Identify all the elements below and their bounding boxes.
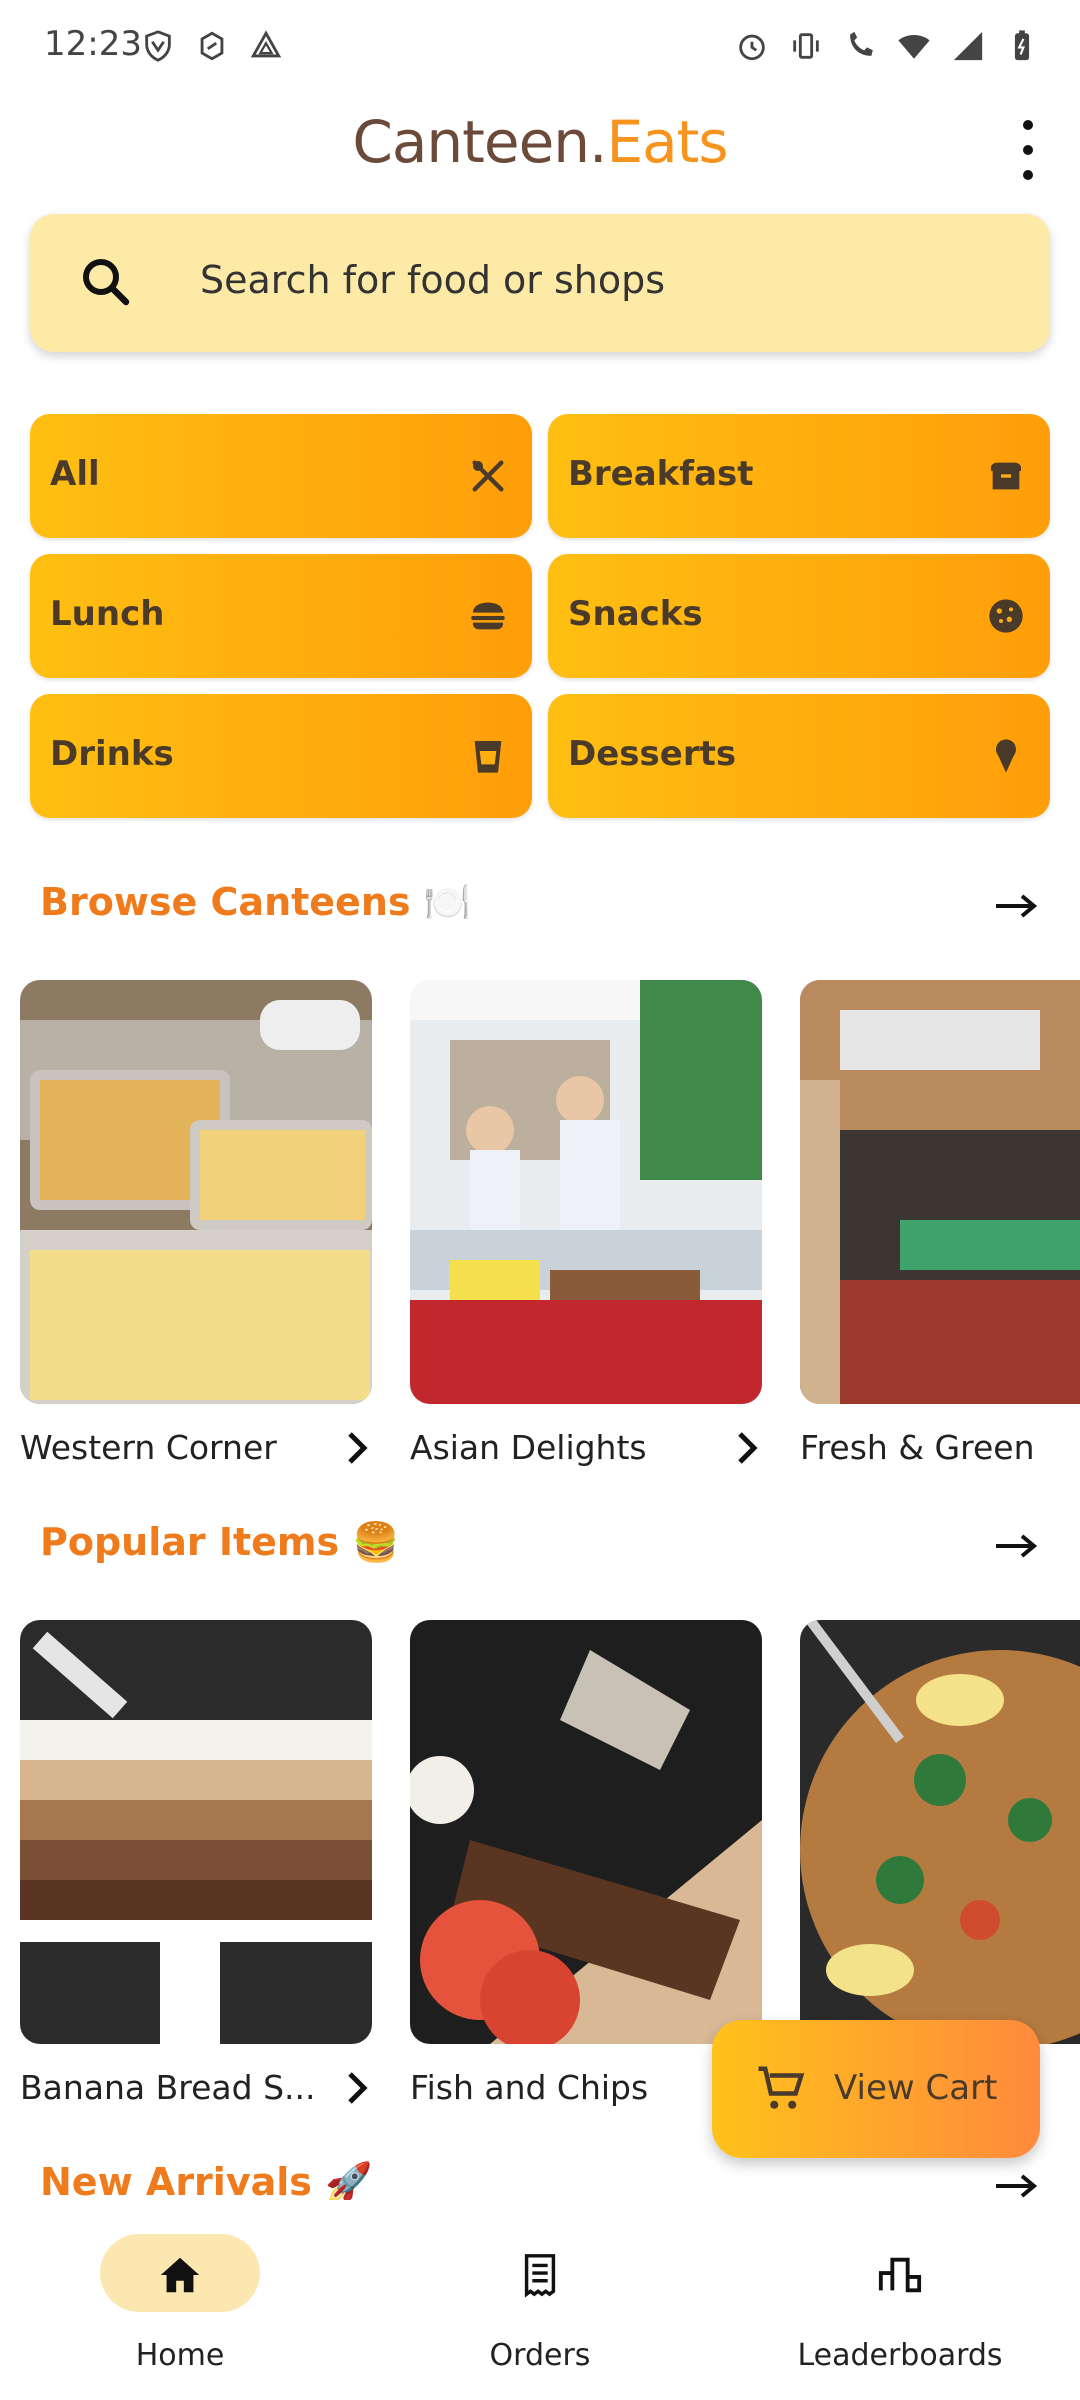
vibrate-icon: [788, 28, 824, 64]
arrow-right-icon[interactable]: [992, 2166, 1042, 2200]
canteen-name: Western Corner: [20, 1428, 277, 1467]
chevron-right-icon: [340, 2068, 376, 2108]
section-popular-items: Popular Items 🍔: [0, 1520, 1080, 1580]
status-bar: 12:23: [0, 0, 1080, 96]
section-new-arrivals: New Arrivals 🚀: [0, 2160, 1080, 2200]
ice-cream-icon: [986, 736, 1026, 776]
search-placeholder: Search for food or shops: [200, 258, 666, 302]
cup-icon: [468, 736, 508, 776]
bottom-navigation: Home Orders Leaderboards: [0, 2200, 1080, 2400]
cookie-icon: [986, 596, 1026, 636]
nav-home[interactable]: Home: [30, 2200, 330, 2400]
arrow-right-icon[interactable]: [992, 886, 1042, 926]
search-bar[interactable]: Search for food or shops: [30, 214, 1050, 352]
utensils-icon: [468, 456, 508, 496]
view-cart-label: View Cart: [834, 2068, 998, 2108]
category-label: Lunch: [50, 594, 165, 634]
arrow-right-icon[interactable]: [992, 1526, 1042, 1566]
category-label: Desserts: [568, 734, 737, 774]
brand-main-text: Canteen.: [352, 108, 607, 176]
category-all[interactable]: All: [30, 414, 532, 538]
category-label: Drinks: [50, 734, 174, 774]
section-title: Popular Items 🍔: [40, 1520, 400, 1564]
wifi-call-icon: [842, 28, 878, 64]
status-left-icons: [140, 28, 284, 64]
popular-item-card[interactable]: Fish and Chips: [410, 1620, 762, 2107]
nav-orders[interactable]: Orders: [390, 2200, 690, 2400]
section-title: New Arrivals 🚀: [40, 2160, 373, 2200]
item-name: Fish and Chips: [410, 2068, 649, 2107]
alarm-icon: [734, 28, 770, 64]
category-label: Snacks: [568, 594, 703, 634]
canteen-image: [20, 980, 372, 1404]
status-time: 12:23: [44, 24, 142, 64]
popular-item-card[interactable]: [800, 1620, 1080, 2044]
nav-label: Leaderboards: [797, 2338, 1003, 2373]
sync-icon: [194, 28, 230, 64]
wifi-icon: [896, 28, 932, 64]
section-title: Browse Canteens 🍽️: [40, 880, 472, 924]
item-image: [800, 1620, 1080, 2044]
view-cart-button[interactable]: View Cart: [712, 2020, 1040, 2158]
canteen-card[interactable]: Western Corner: [20, 980, 372, 1467]
canteen-image: [410, 980, 762, 1404]
toaster-icon: [986, 456, 1026, 496]
status-right-icons: [734, 28, 1040, 64]
canteen-name: Fresh & Green: [800, 1428, 1035, 1467]
category-grid: All Breakfast Lunch Snacks Drinks Desser…: [30, 414, 1050, 818]
nav-label: Orders: [489, 2338, 591, 2373]
battery-icon: [1004, 28, 1040, 64]
overflow-menu-icon[interactable]: [1016, 120, 1040, 180]
cart-icon: [754, 2062, 808, 2116]
category-label: Breakfast: [568, 454, 754, 494]
category-snacks[interactable]: Snacks: [548, 554, 1050, 678]
canteen-name: Asian Delights: [410, 1428, 647, 1467]
category-lunch[interactable]: Lunch: [30, 554, 532, 678]
category-breakfast[interactable]: Breakfast: [548, 414, 1050, 538]
chevron-right-icon: [730, 1428, 766, 1468]
chevron-right-icon: [340, 1428, 376, 1468]
search-icon: [76, 252, 136, 312]
leaderboard-icon: [875, 2252, 925, 2298]
canteen-image: [800, 980, 1080, 1404]
canteen-carousel[interactable]: Western Corner Asian Delights Fresh & Gr…: [0, 980, 1080, 1500]
app-header: Canteen.Eats: [0, 100, 1080, 190]
app-logo: Canteen.Eats: [0, 108, 1080, 176]
receipt-icon: [515, 2252, 565, 2298]
burger-icon: [468, 596, 508, 636]
nav-leaderboards[interactable]: Leaderboards: [750, 2200, 1050, 2400]
category-label: All: [50, 454, 100, 494]
category-drinks[interactable]: Drinks: [30, 694, 532, 818]
canteen-card[interactable]: Asian Delights: [410, 980, 762, 1467]
section-browse-canteens: Browse Canteens 🍽️: [0, 880, 1080, 940]
signal-icon: [950, 28, 986, 64]
nav-label: Home: [135, 2338, 225, 2373]
drive-icon: [248, 28, 284, 64]
vpn-shield-icon: [140, 28, 176, 64]
category-desserts[interactable]: Desserts: [548, 694, 1050, 818]
brand-accent-text: Eats: [606, 108, 728, 176]
item-image: [20, 1620, 372, 2044]
canteen-card[interactable]: Fresh & Green: [800, 980, 1080, 1467]
item-image: [410, 1620, 762, 2044]
item-name: Banana Bread S...: [20, 2068, 316, 2107]
home-icon: [155, 2252, 205, 2298]
popular-item-card[interactable]: Banana Bread S...: [20, 1620, 372, 2107]
